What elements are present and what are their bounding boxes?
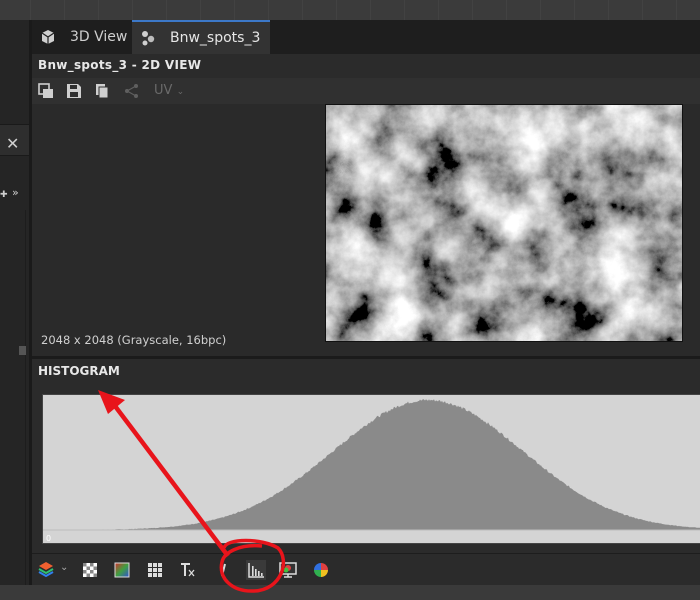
view-header: Bnw_spots_3 - 2D VIEW xyxy=(32,54,700,78)
left-panel: ✕ ✚ » xyxy=(0,20,30,600)
view-toolbar: UV ⌄ xyxy=(32,78,700,105)
tab-label: Bnw_spots_3 xyxy=(170,30,261,46)
save-icon[interactable] xyxy=(65,82,83,100)
left-panel-divider xyxy=(25,210,26,600)
fit-view-icon[interactable] xyxy=(37,82,55,100)
graph-node-icon xyxy=(142,31,155,46)
status-bar xyxy=(0,585,700,600)
tile-icon[interactable] xyxy=(178,560,198,580)
color-wheel-icon[interactable] xyxy=(311,560,331,580)
histogram-header: HISTOGRAM xyxy=(32,359,700,387)
histogram-title: HISTOGRAM xyxy=(38,364,120,378)
view-title: Bnw_spots_3 - 2D VIEW xyxy=(38,58,202,72)
checker-icon[interactable] xyxy=(80,560,100,580)
top-strip xyxy=(0,0,700,20)
histogram-plot: 0 xyxy=(42,394,700,544)
close-icon[interactable]: ✕ xyxy=(6,136,19,152)
uv-label: UV xyxy=(154,83,173,98)
histogram-panel: 0 xyxy=(32,387,700,553)
resolution-info: 2048 x 2048 (Grayscale, 16bpc) xyxy=(41,333,227,347)
double-chevron-right-icon[interactable]: » xyxy=(12,186,19,199)
tab-3d-view[interactable]: 3D View xyxy=(32,20,132,54)
chevron-down-icon: ⌄ xyxy=(176,87,185,97)
layers-icon[interactable] xyxy=(37,560,57,580)
texture-preview[interactable] xyxy=(325,104,683,342)
color-gradient-icon[interactable] xyxy=(112,560,132,580)
info-icon[interactable] xyxy=(214,560,234,580)
bottom-toolbar: ⌄ xyxy=(32,553,700,586)
display-icon[interactable] xyxy=(278,560,298,580)
chevron-down-icon[interactable]: ⌄ xyxy=(60,562,68,573)
grid-icon[interactable] xyxy=(145,560,165,580)
pin-icon[interactable]: ✚ xyxy=(0,190,8,200)
histogram-icon[interactable] xyxy=(246,560,266,580)
tab-bnw-spots-3[interactable]: Bnw_spots_3 xyxy=(132,20,270,54)
cube-icon xyxy=(41,30,55,44)
copy-icon[interactable] xyxy=(93,82,111,100)
histogram-axis-start: 0 xyxy=(46,534,52,543)
uv-dropdown[interactable]: UV ⌄ xyxy=(154,83,184,98)
histogram-curve xyxy=(43,399,700,531)
share-icon[interactable] xyxy=(123,82,141,100)
viewport-2d[interactable]: 2048 x 2048 (Grayscale, 16bpc) xyxy=(32,104,700,356)
left-panel-scrollbar[interactable] xyxy=(19,346,26,355)
tab-label: 3D View xyxy=(70,29,128,45)
tab-bar: 3D View Bnw_spots_3 xyxy=(32,20,700,54)
